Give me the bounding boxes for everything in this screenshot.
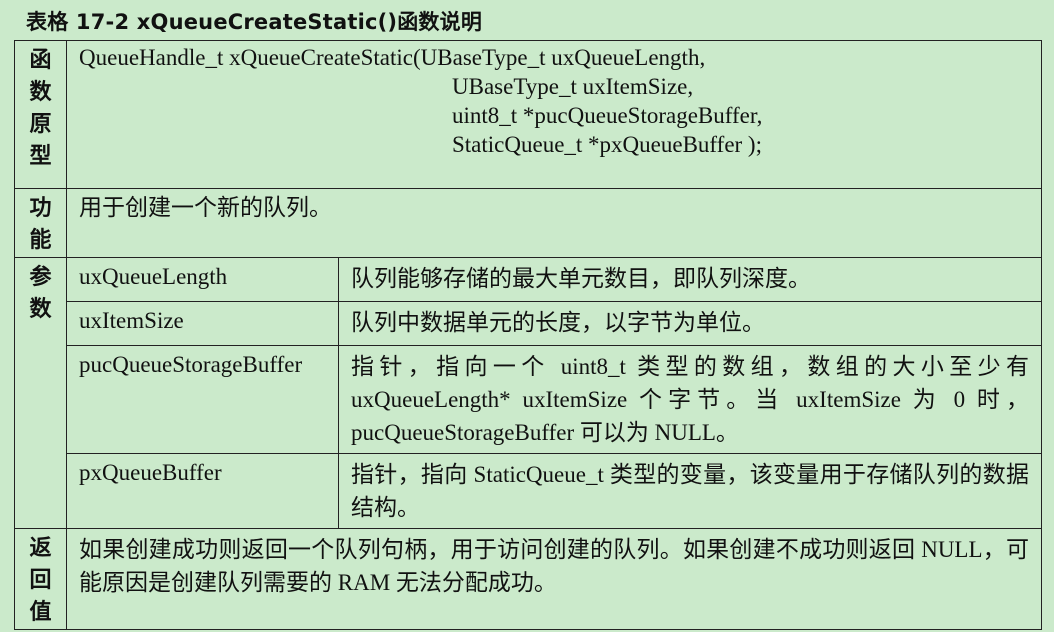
return-label: 返回值: [14, 528, 67, 630]
param-description: 队列中数据单元的长度，以字节为单位。: [338, 301, 1042, 346]
prototype-line: uint8_t *pucQueueStorageBuffer,: [452, 103, 763, 128]
params-label-text: 参数: [29, 265, 52, 322]
table-caption: 表格 17-2 xQueueCreateStatic()函数说明: [26, 10, 483, 34]
prototype-line: UBaseType_t uxItemSize,: [452, 74, 694, 99]
return-row: 返回值 如果创建成功则返回一个队列句柄，用于访问创建的队列。如果创建不成功则返回…: [14, 528, 1042, 630]
param-name: pucQueueStorageBuffer: [66, 345, 339, 454]
function-row: 功能 用于创建一个新的队列。: [14, 188, 1042, 258]
function-spec-table: 函数原型 QueueHandle_t xQueueCreateStatic(UB…: [14, 40, 1042, 630]
param-name: uxQueueLength: [66, 257, 339, 302]
function-label: 功能: [14, 188, 67, 258]
params-label: 参数: [14, 257, 67, 529]
param-row: 参数 uxQueueLength 队列能够存储的最大单元数目，即队列深度。: [14, 257, 1042, 529]
param-description: 队列能够存储的最大单元数目，即队列深度。: [338, 257, 1042, 302]
param-description: 指针，指向 StaticQueue_t 类型的变量，该变量用于存储队列的数据结构…: [338, 453, 1042, 529]
prototype-line: QueueHandle_t xQueueCreateStatic(UBaseTy…: [79, 45, 706, 70]
prototype-label-text: 函数原型: [29, 48, 52, 169]
param-row: pucQueueStorageBuffer 指针，指向一个 uint8_t 类型…: [15, 345, 1042, 454]
return-description: 如果创建成功则返回一个队列句柄，用于访问创建的队列。如果创建不成功则返回 NUL…: [66, 528, 1042, 630]
param-name: uxItemSize: [66, 301, 339, 346]
prototype-row: 函数原型 QueueHandle_t xQueueCreateStatic(UB…: [14, 40, 1042, 189]
prototype-cell: QueueHandle_t xQueueCreateStatic(UBaseTy…: [66, 40, 1042, 189]
param-name: pxQueueBuffer: [66, 453, 339, 529]
param-row: uxItemSize 队列中数据单元的长度，以字节为单位。: [15, 301, 1042, 346]
function-label-text: 功能: [29, 196, 52, 253]
prototype-line: StaticQueue_t *pxQueueBuffer );: [452, 132, 762, 157]
prototype-label: 函数原型: [14, 40, 67, 189]
param-description: 指针，指向一个 uint8_t 类型的数组，数组的大小至少有 uxQueueLe…: [338, 345, 1042, 454]
param-row: pxQueueBuffer 指针，指向 StaticQueue_t 类型的变量，…: [15, 453, 1042, 529]
return-label-text: 返回值: [29, 536, 52, 625]
function-description: 用于创建一个新的队列。: [66, 188, 1042, 258]
